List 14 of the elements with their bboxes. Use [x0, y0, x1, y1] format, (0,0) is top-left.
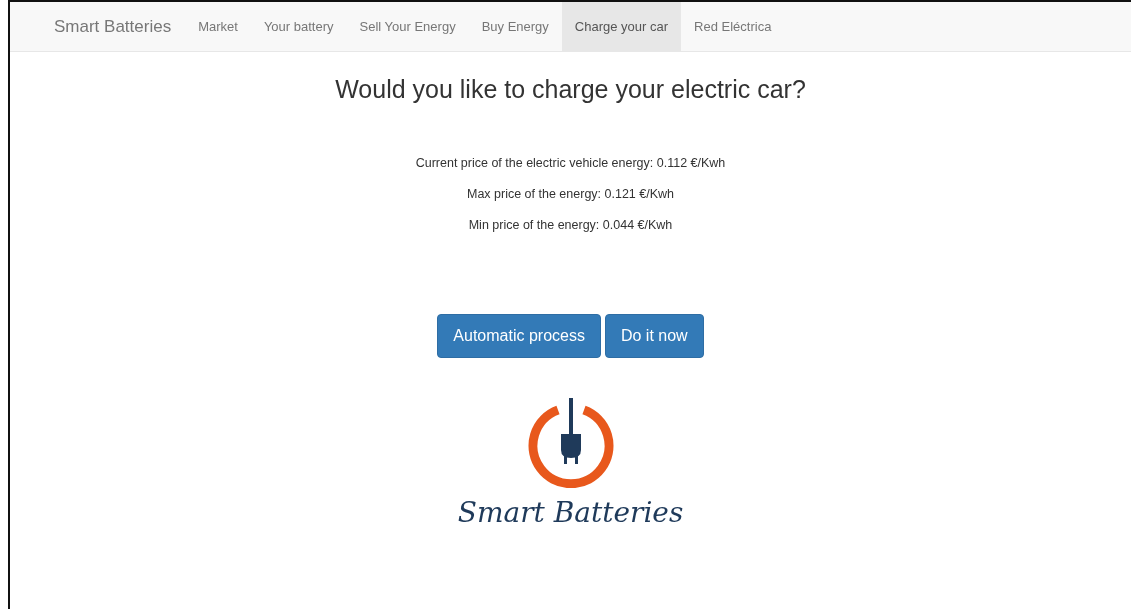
- price-text: Max price of the energy: 0.121 €/Kwh: [465, 185, 676, 203]
- price-text: Min price of the energy: 0.044 €/Kwh: [467, 216, 674, 234]
- automatic-process-button[interactable]: Automatic process: [437, 314, 601, 359]
- price-text: Current price of the electric vehicle energy: 0.112 €/Kwh: [415, 155, 726, 172]
- nav-link[interactable]: Red Eléctrica: [681, 2, 785, 51]
- nav-link[interactable]: Your battery: [250, 2, 347, 51]
- nav-link[interactable]: Charge your car: [561, 2, 682, 51]
- brand-link[interactable]: Smart Batteries: [54, 13, 186, 40]
- nav-link[interactable]: Sell Your Energy: [346, 2, 469, 51]
- do-it-now-button[interactable]: Do it now: [604, 314, 704, 359]
- nav-link[interactable]: Market: [185, 2, 251, 51]
- page-heading: Would you like to charge your electric car?: [335, 74, 806, 104]
- logo-text: Smart Batteries: [457, 495, 684, 532]
- nav-link[interactable]: Buy Energy: [468, 2, 562, 51]
